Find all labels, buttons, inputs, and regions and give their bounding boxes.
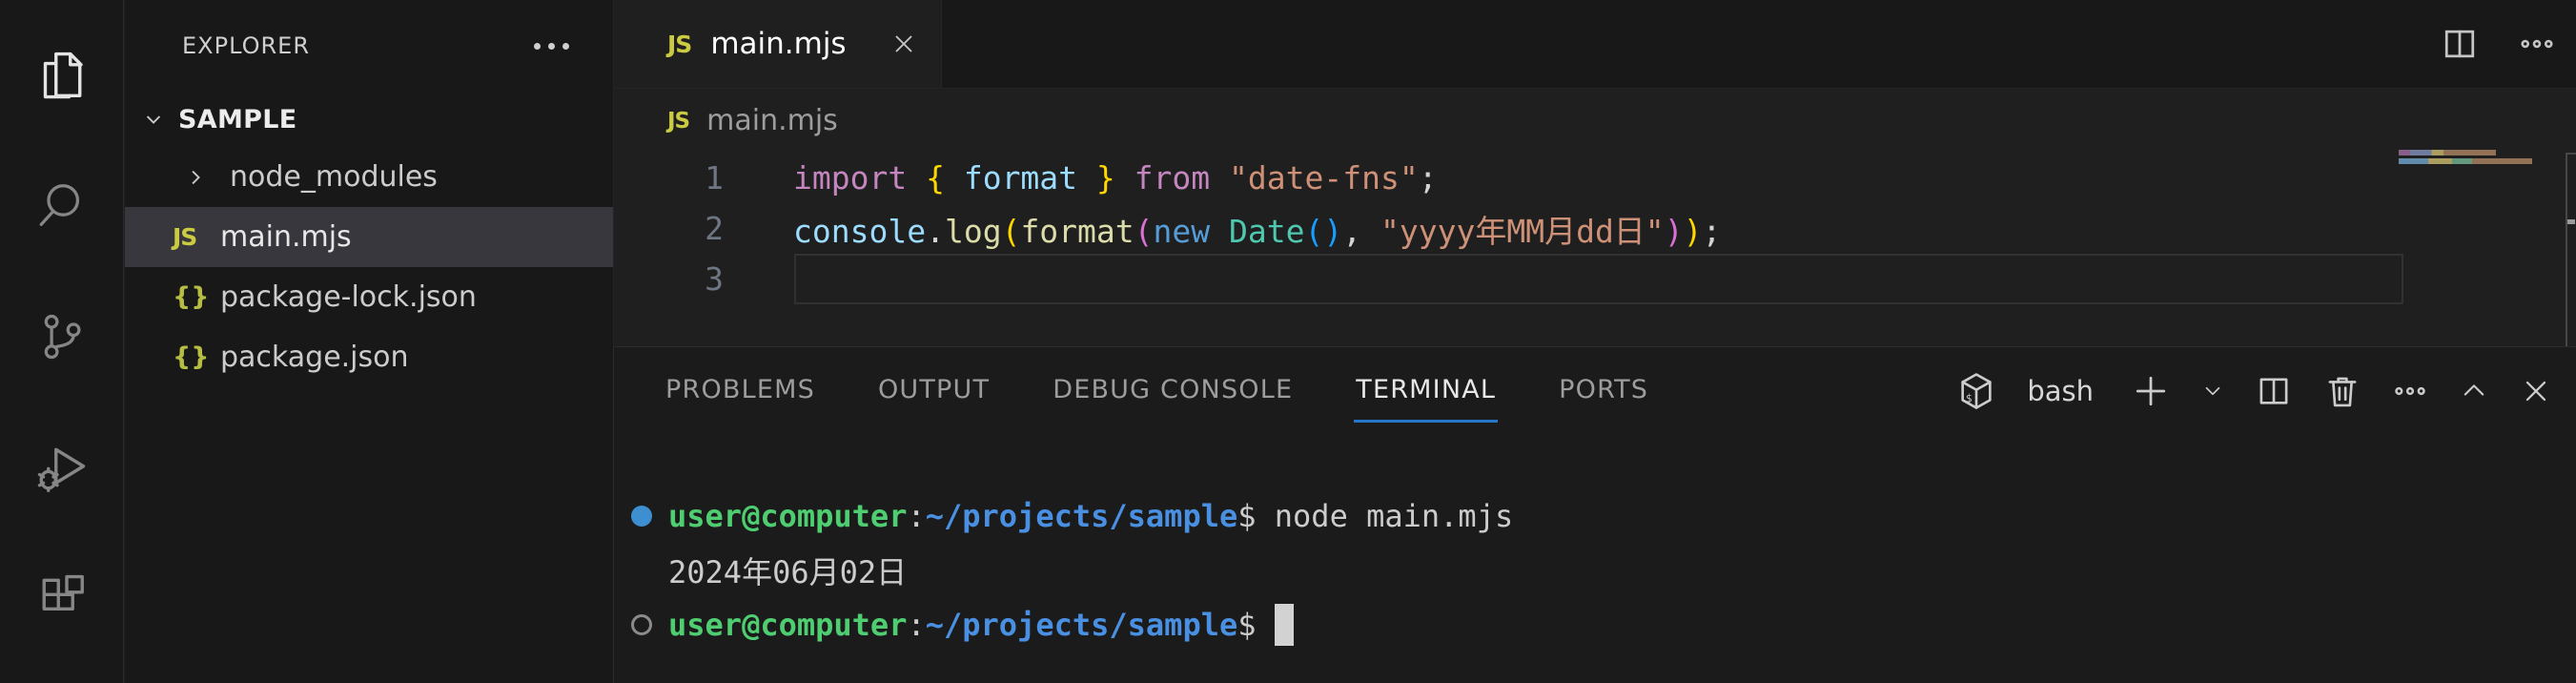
explorer-section-sample[interactable]: SAMPLE	[125, 92, 613, 147]
extensions-icon	[33, 569, 91, 627]
command-pending-decoration[interactable]	[614, 614, 668, 635]
breadcrumb[interactable]: JS main.mjs	[614, 89, 2576, 153]
split-editor-icon[interactable]	[2439, 23, 2481, 65]
search-icon	[34, 178, 90, 234]
terminal-line-3: user@computer:~/projects/sample$	[614, 597, 2576, 652]
svg-text:$: $	[1966, 391, 1973, 404]
close-tab-icon[interactable]	[889, 30, 918, 58]
activity-item-search[interactable]	[0, 140, 123, 271]
activity-bar	[0, 0, 124, 683]
minimap-line-1	[2399, 150, 2496, 155]
tab-main-mjs[interactable]: JS main.mjs	[614, 0, 942, 88]
maximize-panel-chevron-up-icon[interactable]	[2458, 375, 2490, 407]
terminal-cursor	[1275, 604, 1294, 646]
code-line-3: 3	[614, 254, 2576, 304]
activity-item-run-debug[interactable]	[0, 402, 123, 532]
js-file-icon: JS	[667, 109, 689, 134]
panel-tab-debug-console[interactable]: DEBUG CONSOLE	[1051, 360, 1295, 423]
panel-tabs: PROBLEMS OUTPUT DEBUG CONSOLE TERMINAL P…	[664, 360, 1650, 423]
line-number: 2	[614, 210, 724, 247]
breadcrumb-file: main.mjs	[706, 104, 838, 137]
tree-item-package-lock-json[interactable]: {} package-lock.json	[125, 267, 613, 327]
terminal-text: user@computer:~/projects/sample$ node ma…	[668, 498, 1513, 534]
editor-group: JS main.mjs JS main.mjs 1 import { forma…	[613, 0, 2576, 346]
panel-tab-output[interactable]: OUTPUT	[876, 360, 992, 423]
section-label: SAMPLE	[178, 105, 296, 135]
chevron-down-icon	[140, 106, 167, 133]
code-text: console.log(format(new Date(), "yyyy年MM月…	[793, 206, 1721, 252]
launch-profile-chevron-icon[interactable]	[2200, 379, 2225, 404]
panel-tab-problems[interactable]: PROBLEMS	[664, 360, 817, 423]
code-line-2: 2 console.log(format(new Date(), "yyyy年M…	[614, 203, 2576, 254]
panel-header: PROBLEMS OUTPUT DEBUG CONSOLE TERMINAL P…	[614, 347, 2576, 435]
minimap-line-2	[2399, 158, 2532, 164]
tree-item-main-mjs[interactable]: JS main.mjs	[125, 207, 613, 267]
panel-tab-ports[interactable]: PORTS	[1557, 360, 1650, 423]
bottom-panel: PROBLEMS OUTPUT DEBUG CONSOLE TERMINAL P…	[613, 346, 2576, 683]
tree-item-package-json[interactable]: {} package.json	[125, 327, 613, 387]
tab-bar: JS main.mjs	[614, 0, 2576, 89]
activity-item-explorer[interactable]	[0, 10, 123, 140]
editor-actions	[2439, 0, 2576, 88]
cursor-marker	[2567, 219, 2575, 224]
explorer-header: EXPLORER	[125, 0, 613, 92]
json-file-icon: {}	[173, 342, 209, 372]
tree-item-node-modules[interactable]: node_modules	[125, 147, 613, 207]
code-editor[interactable]: 1 import { format } from "date-fns"; 2 c…	[614, 153, 2576, 346]
terminal-output[interactable]: user@computer:~/projects/sample$ node ma…	[614, 435, 2576, 652]
code-text: import { format } from "date-fns";	[793, 159, 1438, 197]
js-file-icon: JS	[667, 31, 691, 58]
tab-label: main.mjs	[710, 27, 846, 61]
command-success-decoration[interactable]	[614, 506, 668, 527]
explorer-more-actions-icon[interactable]	[534, 43, 569, 50]
tree-item-label: node_modules	[230, 160, 438, 194]
close-panel-icon[interactable]	[2519, 374, 2553, 408]
line-number: 3	[614, 260, 724, 298]
split-terminal-icon[interactable]	[2254, 371, 2294, 411]
run-debug-icon	[33, 439, 91, 496]
files-icon	[33, 47, 91, 104]
tree-item-label: package-lock.json	[220, 280, 477, 314]
json-file-icon: {}	[173, 282, 209, 312]
activity-item-source-control[interactable]	[0, 271, 123, 402]
panel-more-actions-icon[interactable]	[2391, 372, 2429, 410]
tree-item-label: package.json	[220, 341, 409, 374]
code-line-1: 1 import { format } from "date-fns";	[614, 153, 2576, 203]
terminal-line-1: user@computer:~/projects/sample$ node ma…	[614, 488, 2576, 543]
source-control-icon	[34, 309, 90, 364]
activity-item-extensions[interactable]	[0, 532, 123, 663]
more-actions-icon[interactable]	[2517, 24, 2557, 64]
new-terminal-icon[interactable]	[2130, 370, 2172, 412]
terminal-actions: $ bash	[1956, 370, 2553, 412]
shell-label[interactable]: bash	[2027, 375, 2094, 407]
chevron-right-icon	[182, 164, 209, 191]
explorer-title: EXPLORER	[182, 32, 310, 59]
terminal-text: user@computer:~/projects/sample$	[668, 607, 1275, 643]
line-number: 1	[614, 159, 724, 197]
js-file-icon: JS	[173, 223, 196, 251]
terminal-text: 2024年06月02日	[668, 548, 907, 592]
overview-ruler[interactable]	[2566, 153, 2576, 346]
bash-shell-icon: $	[1956, 371, 1996, 411]
terminal-line-2: 2024年06月02日	[614, 543, 2576, 597]
explorer-sidebar: EXPLORER SAMPLE node_modules JS main.mjs…	[125, 0, 613, 683]
tree-item-label: main.mjs	[220, 220, 352, 254]
kill-terminal-trash-icon[interactable]	[2322, 371, 2362, 411]
vscode-window: EXPLORER SAMPLE node_modules JS main.mjs…	[0, 0, 2576, 683]
panel-tab-terminal[interactable]: TERMINAL	[1354, 360, 1498, 423]
